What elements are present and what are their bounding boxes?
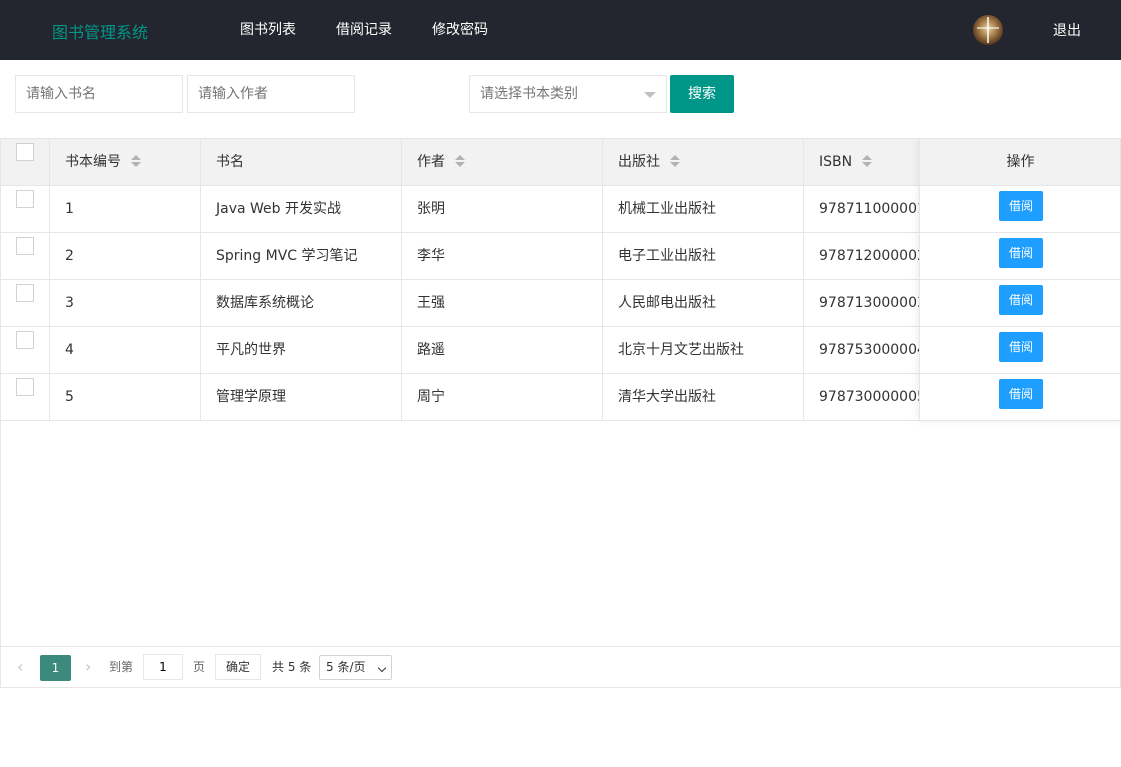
cell-author: 王强 xyxy=(402,280,603,326)
goto-label: 到第 xyxy=(109,660,134,674)
cell-book-id: 2 xyxy=(50,233,201,279)
header-title: 书名 xyxy=(201,139,402,185)
nav-change-password[interactable]: 修改密码 xyxy=(412,0,508,60)
author-input[interactable] xyxy=(187,75,355,113)
cell-publisher: 北京十月文艺出版社 xyxy=(603,327,804,373)
cell-author: 张明 xyxy=(402,186,603,232)
cell-title: Java Web 开发实战 xyxy=(201,186,402,232)
cell-publisher: 清华大学出版社 xyxy=(603,374,804,420)
cell-author: 路遥 xyxy=(402,327,603,373)
book-table: 书本编号 书名 作者 出版社 ISBN 1 Java Web 开发实战 张明 机… xyxy=(0,138,1121,688)
sort-icon[interactable] xyxy=(455,155,465,167)
page-label: 页 xyxy=(193,660,206,674)
page-size-select[interactable]: 5 条/页 xyxy=(319,655,392,680)
chevron-left-icon[interactable]: ‹ xyxy=(17,659,23,675)
chevron-down-icon xyxy=(644,92,656,98)
cell-book-id: 1 xyxy=(50,186,201,232)
total-count: 共 5 条 xyxy=(272,660,312,674)
header-label: 出版社 xyxy=(618,154,660,170)
book-name-input[interactable] xyxy=(15,75,183,113)
cell-title: 数据库系统概论 xyxy=(201,280,402,326)
page-size-value: 5 条/页 xyxy=(326,660,366,674)
borrow-button[interactable]: 借阅 xyxy=(999,332,1043,362)
app-logo[interactable]: 图书管理系统 xyxy=(52,19,148,43)
action-cell: 借阅 xyxy=(920,327,1120,374)
cell-title: Spring MVC 学习笔记 xyxy=(201,233,402,279)
header-action: 操作 xyxy=(920,139,1120,186)
cell-author: 周宁 xyxy=(402,374,603,420)
current-page[interactable]: 1 xyxy=(40,655,71,681)
category-select-placeholder: 请选择书本类别 xyxy=(480,86,578,102)
borrow-button[interactable]: 借阅 xyxy=(999,379,1043,409)
sort-icon[interactable] xyxy=(670,155,680,167)
action-cell: 借阅 xyxy=(920,280,1120,327)
action-cell: 借阅 xyxy=(920,186,1120,233)
nav-book-list[interactable]: 图书列表 xyxy=(220,0,316,60)
cell-publisher: 人民邮电出版社 xyxy=(603,280,804,326)
cell-title: 管理学原理 xyxy=(201,374,402,420)
chevron-down-icon xyxy=(377,663,387,673)
cell-book-id: 5 xyxy=(50,374,201,420)
borrow-button[interactable]: 借阅 xyxy=(999,238,1043,268)
borrow-button[interactable]: 借阅 xyxy=(999,285,1043,315)
header-publisher[interactable]: 出版社 xyxy=(603,139,804,185)
borrow-button[interactable]: 借阅 xyxy=(999,191,1043,221)
cell-publisher: 机械工业出版社 xyxy=(603,186,804,232)
header-book-id[interactable]: 书本编号 xyxy=(50,139,201,185)
pagination-bar: ‹ 1 › 到第 页 确定 共 5 条 5 条/页 xyxy=(1,646,1120,687)
row-checkbox[interactable] xyxy=(16,237,34,255)
sort-icon[interactable] xyxy=(862,155,873,167)
header-label: 作者 xyxy=(417,154,445,170)
nav-borrow-records[interactable]: 借阅记录 xyxy=(316,0,412,60)
main-nav: 图书列表 借阅记录 修改密码 xyxy=(220,0,508,60)
header-author[interactable]: 作者 xyxy=(402,139,603,185)
row-checkbox[interactable] xyxy=(16,378,34,396)
cell-book-id: 4 xyxy=(50,327,201,373)
row-checkbox-cell xyxy=(1,186,50,232)
row-checkbox[interactable] xyxy=(16,190,34,208)
row-checkbox[interactable] xyxy=(16,284,34,302)
search-button[interactable]: 搜索 xyxy=(670,75,734,113)
row-checkbox-cell xyxy=(1,233,50,279)
sort-icon[interactable] xyxy=(131,155,141,167)
chevron-right-icon[interactable]: › xyxy=(85,659,91,675)
action-cell: 借阅 xyxy=(920,233,1120,280)
header-label: ISBN xyxy=(819,154,853,170)
header-checkbox-cell xyxy=(1,139,50,185)
top-navbar: 图书管理系统 图书列表 借阅记录 修改密码 退出 xyxy=(0,0,1121,60)
row-checkbox-cell xyxy=(1,327,50,373)
goto-confirm-button[interactable]: 确定 xyxy=(215,654,261,680)
row-checkbox[interactable] xyxy=(16,331,34,349)
cell-title: 平凡的世界 xyxy=(201,327,402,373)
category-select[interactable]: 请选择书本类别 xyxy=(469,75,667,113)
action-column: 操作 借阅 借阅 借阅 借阅 借阅 xyxy=(919,139,1120,421)
cell-author: 李华 xyxy=(402,233,603,279)
select-all-checkbox[interactable] xyxy=(16,143,34,161)
action-cell: 借阅 xyxy=(920,374,1120,421)
cell-publisher: 电子工业出版社 xyxy=(603,233,804,279)
user-avatar[interactable] xyxy=(973,15,1003,45)
header-label: 书本编号 xyxy=(65,154,121,170)
row-checkbox-cell xyxy=(1,374,50,420)
goto-page-input[interactable] xyxy=(143,654,183,680)
cell-book-id: 3 xyxy=(50,280,201,326)
logout-link[interactable]: 退出 xyxy=(1053,20,1081,40)
row-checkbox-cell xyxy=(1,280,50,326)
header-label: 书名 xyxy=(216,154,244,170)
